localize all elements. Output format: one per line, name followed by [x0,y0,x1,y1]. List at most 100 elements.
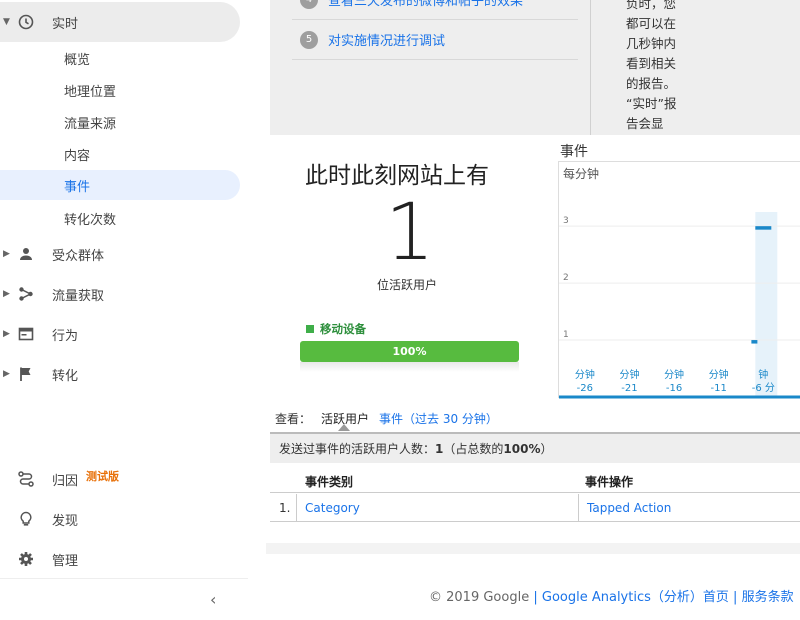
column-header-event-category[interactable]: 事件类别 [305,473,353,490]
divider [578,494,579,522]
x-tick-value: -21 [621,383,637,394]
chart-subtitle: 每分钟 [563,166,599,181]
lightbulb-icon [18,511,34,527]
x-tick-label: 分钟 [709,368,729,381]
active-tab-indicator [338,424,350,431]
table-header: 事件类别 事件操作 [270,466,800,493]
event-category-link[interactable]: Category [305,494,360,522]
x-tick-label: 分钟 [575,368,595,381]
device-label: 移动设备 [320,322,366,336]
summary-suffix: （占总数的 [443,442,504,456]
table-row: 1. Category Tapped Action [270,494,800,522]
sidebar: ▼ 实时 概览 地理位置 流量来源 内容 事件 转化次数 ▶ 受众群体 ▶ 流量… [0,0,268,620]
sidebar-item-label: 受众群体 [52,248,105,264]
setup-step-4[interactable]: 4 查看三天发布的微博和帖子的效果 [300,0,523,9]
summary-bar: 发送过事件的活跃用户人数：1（占总数的100%） [270,432,800,463]
terms-link[interactable]: 服务条款 [742,590,794,605]
sidebar-item-overview[interactable]: 概览 [0,43,240,73]
person-icon [18,246,34,262]
active-users-count: 1 [385,188,435,278]
sidebar-item-locations[interactable]: 地理位置 [0,75,240,105]
y-tick-label: 3 [563,216,569,226]
analytics-realtime-page: ▼ 实时 概览 地理位置 流量来源 内容 事件 转化次数 ▶ 受众群体 ▶ 流量… [0,0,800,620]
x-tick-value: -11 [711,383,727,394]
sidebar-item-attribution[interactable]: 归因 测试版 [0,464,240,494]
x-tick-label: 分钟 [619,368,639,381]
step-link[interactable]: 查看三天发布的微博和帖子的效果 [328,0,523,9]
step-number-badge: 5 [300,30,318,49]
sidebar-item-label: 归因 [52,473,79,489]
summary-end: ） [540,442,553,456]
device-percent: 100% [392,345,427,358]
vertical-divider [590,0,591,135]
caret-down-icon: ▼ [3,17,10,27]
sidebar-item-label: 事件 [64,179,91,195]
view-tabs: 查看： 活跃用户 事件（过去 30 分钟） [275,410,498,427]
step-number-badge: 4 [300,0,318,9]
sidebar-item-label: 流量获取 [52,288,105,304]
clock-icon [18,14,34,30]
chart-title: 事件 [560,144,588,160]
divider [296,494,297,522]
gear-icon [18,551,34,567]
x-tick-label: 钟 [758,368,768,381]
sidebar-item-label: 实时 [52,16,79,32]
sidebar-item-traffic-sources[interactable]: 流量来源 [0,107,240,137]
event-action-link[interactable]: Tapped Action [587,494,671,522]
sidebar-item-conversions[interactable]: 转化次数 [0,203,240,233]
sidebar-item-label: 地理位置 [64,84,117,100]
setup-step-5[interactable]: 5 对实施情况进行调试 [300,30,445,49]
sidebar-item-label: 管理 [52,553,79,569]
attribution-icon [18,471,34,487]
x-tick-value: -16 [666,383,682,394]
footer-separator: | [733,590,738,605]
x-tick-label: 分钟 [664,368,684,381]
column-header-event-action[interactable]: 事件操作 [585,473,633,490]
behavior-icon [18,326,34,342]
sidebar-item-audience[interactable]: ▶ 受众群体 [0,239,240,269]
caret-right-icon: ▶ [3,249,10,259]
copyright: © 2019 Google [429,590,530,605]
device-share-bar[interactable]: 100% [300,341,519,362]
footer-separator: | [533,590,538,605]
sidebar-item-realtime[interactable]: ▼ 实时 [0,2,240,42]
caret-right-icon: ▶ [3,289,10,299]
bar [751,340,758,344]
row-index: 1. [279,501,291,515]
sidebar-item-discover[interactable]: 发现 [0,504,240,534]
step-link[interactable]: 对实施情况进行调试 [328,30,445,49]
sidebar-item-events[interactable]: 事件 [0,170,240,200]
footer: © 2019 Google | Google Analytics（分析）首页 |… [429,586,794,605]
ga-home-link[interactable]: Google Analytics（分析）首页 [542,590,729,605]
summary-prefix: 发送过事件的活跃用户人数： [279,442,436,456]
beta-badge: 测试版 [86,469,120,483]
acquisition-icon [18,286,34,302]
summary-percent: 100% [503,442,541,456]
sidebar-item-behavior[interactable]: ▶ 行为 [0,319,240,349]
chart-svg: 每分钟 1 2 3 分钟 -26 分钟 -21 分钟 -16 分钟 -11 钟-6 分 [559,166,800,399]
sidebar-item-conversions-section[interactable]: ▶ 转化 [0,359,240,389]
sidebar-item-label: 转化 [52,368,79,384]
content-separator [266,543,800,554]
active-users-title: 此时此刻网站上有 [305,163,489,189]
sidebar-item-acquisition[interactable]: ▶ 流量获取 [0,279,240,309]
sidebar-item-content[interactable]: 内容 [0,139,240,169]
chevron-left-icon[interactable]: ‹ [210,590,216,609]
setup-panel: 4 查看三天发布的微博和帖子的效果 5 对实施情况进行调试 负时，您 都可以在 … [270,0,800,135]
sidebar-item-label: 内容 [64,148,91,164]
x-tick-value: -6 分 [752,382,775,394]
device-legend: 移动设备 [306,321,366,337]
caret-right-icon: ▶ [3,369,10,379]
setup-note: 负时，您 都可以在 几秒钟内 看到相关 的报告。 “实时”报 告会显 [626,0,677,131]
sidebar-item-label: 流量来源 [64,116,117,132]
x-tick-value: -26 [577,383,593,394]
sidebar-item-label: 发现 [52,513,79,529]
bar-shadow [300,362,519,372]
active-users-subtitle: 位活跃用户 [377,278,438,292]
sidebar-item-admin[interactable]: 管理 [0,544,240,574]
bar [755,226,772,230]
tab-events-30min[interactable]: 事件（过去 30 分钟） [379,410,498,427]
view-label: 查看： [275,412,312,426]
y-tick-label: 2 [563,273,569,283]
divider [292,59,578,60]
